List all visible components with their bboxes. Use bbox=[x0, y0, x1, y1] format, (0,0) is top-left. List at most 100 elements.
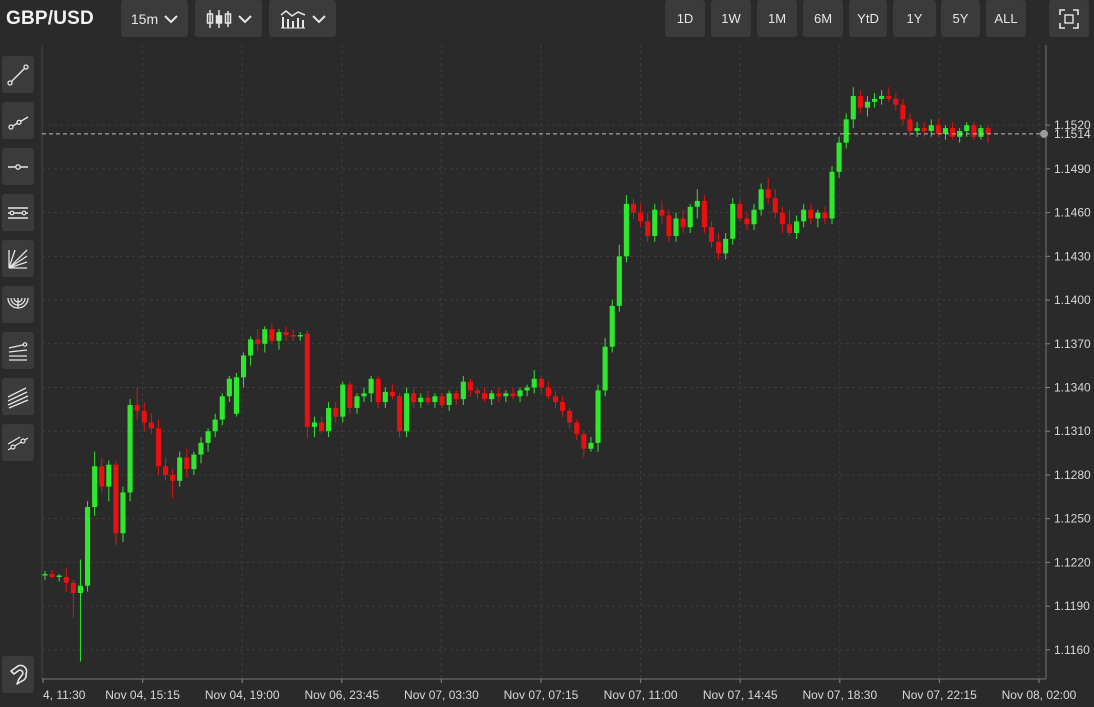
x-tick-label: 4, 11:30 bbox=[43, 688, 86, 702]
candle-body bbox=[276, 332, 282, 341]
candle-body bbox=[574, 422, 580, 435]
candle-body bbox=[517, 390, 523, 397]
last-price-marker[interactable] bbox=[1040, 129, 1048, 138]
horizontal-line-tool[interactable] bbox=[2, 148, 34, 185]
candle-body bbox=[914, 128, 920, 131]
symbol-title: GBP/USD bbox=[6, 8, 94, 29]
candle-body bbox=[552, 396, 559, 403]
candle-body bbox=[425, 397, 431, 403]
chart-type-dropdown[interactable] bbox=[195, 0, 262, 37]
candle-body bbox=[453, 393, 459, 400]
range-5y-button[interactable]: 5Y bbox=[941, 0, 980, 37]
candle-body bbox=[687, 206, 693, 228]
range-1w-button[interactable]: 1W bbox=[711, 0, 751, 37]
candle-body bbox=[84, 507, 91, 586]
candle-body bbox=[389, 391, 395, 397]
candle-body bbox=[864, 101, 871, 108]
candle-body bbox=[673, 218, 679, 236]
candle-body bbox=[375, 378, 381, 403]
ray-tool[interactable] bbox=[2, 102, 34, 139]
candle bbox=[340, 381, 346, 423]
candle-body bbox=[985, 128, 991, 134]
candle-body bbox=[581, 434, 587, 449]
candle-body bbox=[531, 378, 537, 388]
candle bbox=[127, 399, 133, 502]
candle-body bbox=[212, 419, 218, 432]
candle-body bbox=[560, 402, 566, 411]
fib-channel-tool[interactable] bbox=[2, 378, 34, 415]
x-tick-label: Nov 08, 02:00 bbox=[1002, 688, 1077, 702]
fib-fan-icon bbox=[8, 249, 28, 269]
x-tick-label: Nov 07, 03:30 bbox=[404, 688, 479, 702]
candle-body bbox=[99, 466, 105, 487]
fib-channel-icon bbox=[7, 386, 29, 409]
interval-dropdown[interactable]: 15m bbox=[121, 0, 188, 37]
candle-body bbox=[170, 474, 176, 481]
candle bbox=[233, 372, 239, 417]
candle-body bbox=[808, 209, 814, 219]
candle-body bbox=[92, 466, 98, 508]
y-tick-label: 1.1160 bbox=[1054, 643, 1090, 657]
magnet-tool[interactable] bbox=[2, 656, 34, 693]
candle-body bbox=[857, 96, 863, 108]
last-price-label: 1.1514 bbox=[1054, 127, 1091, 141]
top-toolbar: GBP/USD 15m 1D 1W 1M 6M YtD 1Y 5Y ALL bbox=[0, 0, 1094, 44]
candle bbox=[730, 198, 736, 245]
parallel-channel-icon bbox=[8, 206, 28, 219]
candle-body bbox=[879, 96, 885, 99]
candle-body bbox=[318, 422, 325, 432]
candle-body bbox=[829, 171, 835, 219]
candle-body bbox=[77, 585, 84, 594]
range-1m-button[interactable]: 1M bbox=[757, 0, 797, 37]
fib-retracement-icon bbox=[8, 341, 28, 361]
candle-body bbox=[467, 381, 473, 391]
candle bbox=[404, 387, 410, 438]
candle-body bbox=[822, 212, 828, 219]
candle-body bbox=[595, 390, 601, 443]
candle-body bbox=[652, 209, 658, 236]
indicators-dropdown[interactable] bbox=[269, 0, 336, 37]
candle-body bbox=[524, 387, 530, 391]
candle-body bbox=[503, 393, 509, 397]
plot-area[interactable] bbox=[42, 45, 1046, 679]
candle-body bbox=[439, 396, 445, 405]
candle-body bbox=[921, 128, 927, 131]
candle bbox=[623, 195, 629, 263]
fib-arcs-tool[interactable] bbox=[2, 286, 34, 323]
candle-body bbox=[262, 329, 268, 344]
trend-line-icon bbox=[7, 63, 29, 86]
x-tick-label: Nov 06, 23:45 bbox=[304, 688, 379, 702]
candle bbox=[84, 501, 91, 592]
fib-fan-tool[interactable] bbox=[2, 240, 34, 277]
candle-body bbox=[311, 422, 317, 427]
parallel-channel-tool[interactable] bbox=[2, 194, 34, 231]
range-1y-button[interactable]: 1Y bbox=[893, 0, 936, 37]
horizontal-line-icon bbox=[8, 163, 28, 170]
x-tick-label: Nov 07, 11:00 bbox=[604, 688, 678, 702]
candle-body bbox=[680, 218, 686, 228]
candle-body bbox=[446, 393, 452, 405]
extended-line-tool[interactable] bbox=[2, 424, 34, 461]
candle-body bbox=[255, 339, 261, 344]
range-6m-button[interactable]: 6M bbox=[803, 0, 843, 37]
price-chart[interactable]: 1.15201.14901.14601.14301.14001.13701.13… bbox=[0, 0, 1094, 707]
candle-body bbox=[269, 329, 275, 341]
range-1d-button[interactable]: 1D bbox=[665, 0, 705, 37]
fullscreen-button[interactable] bbox=[1049, 0, 1089, 37]
candle-body bbox=[779, 212, 785, 225]
candle-body bbox=[971, 125, 977, 137]
candle-body bbox=[978, 128, 984, 137]
candle-body bbox=[326, 407, 332, 432]
candle-body bbox=[113, 464, 119, 534]
range-all-button[interactable]: ALL bbox=[986, 0, 1026, 37]
fib-retracement-tool[interactable] bbox=[2, 332, 34, 369]
candle-body bbox=[964, 125, 970, 131]
trend-line-tool[interactable] bbox=[2, 56, 34, 93]
candle-body bbox=[141, 410, 147, 423]
candle-body bbox=[609, 305, 615, 347]
candle-body bbox=[744, 218, 750, 225]
candle bbox=[609, 300, 615, 353]
candle-body bbox=[297, 335, 303, 337]
candle-body bbox=[56, 575, 62, 577]
range-ytd-button[interactable]: YtD bbox=[849, 0, 887, 37]
